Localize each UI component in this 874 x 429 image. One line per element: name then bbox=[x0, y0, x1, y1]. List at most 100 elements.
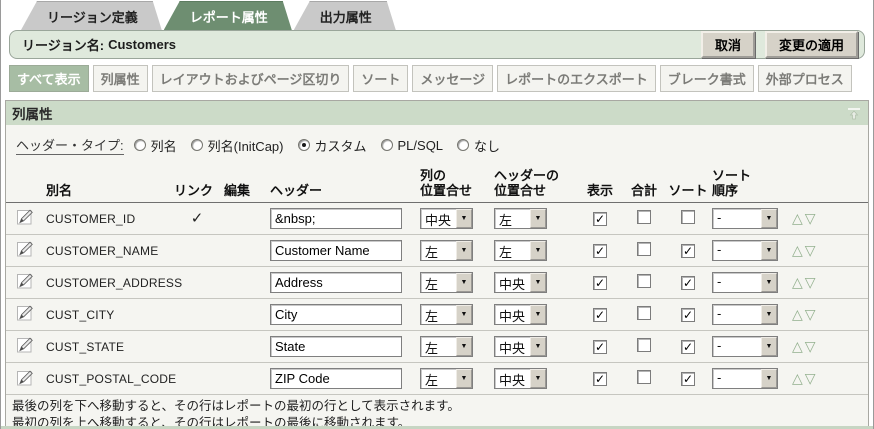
edit-row-icon[interactable] bbox=[16, 271, 35, 290]
subtab-report-export[interactable]: レポートのエクスポート bbox=[497, 65, 656, 92]
header-align-select[interactable]: 中央 ▼ bbox=[494, 368, 547, 389]
col-align-select[interactable]: 中央 ▼ bbox=[420, 208, 473, 229]
header-text-input[interactable] bbox=[270, 336, 402, 357]
sort-order-select[interactable]: - ▼ bbox=[712, 336, 778, 357]
column-alias: CUST_CITY bbox=[46, 308, 114, 322]
dropdown-arrow-icon: ▼ bbox=[530, 273, 546, 292]
scroll-to-top-icon[interactable] bbox=[846, 106, 862, 121]
radio-column-name[interactable] bbox=[134, 139, 146, 151]
header-text-input[interactable] bbox=[270, 368, 402, 389]
display-checkbox[interactable] bbox=[593, 308, 607, 322]
col-align-select[interactable]: 左 ▼ bbox=[420, 336, 473, 357]
header-type-label[interactable]: ヘッダー・タイプ: bbox=[16, 135, 124, 155]
table-header-row: 別名 リンク 編集 ヘッダー 列の 位置合せ ヘッダーの 位置合せ 表示 合計 … bbox=[6, 167, 868, 202]
display-checkbox[interactable] bbox=[593, 340, 607, 354]
sum-checkbox[interactable] bbox=[637, 274, 651, 288]
subtab-external-processing[interactable]: 外部プロセス bbox=[758, 65, 852, 92]
radio-option-initcap: 列名(InitCap) bbox=[191, 136, 284, 155]
table-row: CUST_STATE 左 ▼ 中央 ▼ - ▼ △▽ bbox=[6, 330, 868, 362]
move-up-icon[interactable]: △ bbox=[792, 210, 803, 226]
report-attributes-page: リージョン定義 レポート属性 出力属性 リージョン名: Customers 取消… bbox=[0, 0, 874, 429]
column-alias: CUSTOMER_ADDRESS bbox=[46, 276, 182, 290]
header-sort-order: ソート 順序 bbox=[710, 167, 790, 202]
table-row: CUSTOMER_NAME 左 ▼ 左 ▼ - ▼ △▽ bbox=[6, 234, 868, 266]
edit-row-icon[interactable] bbox=[16, 368, 35, 387]
column-alias: CUST_STATE bbox=[46, 340, 124, 354]
sort-checkbox[interactable] bbox=[681, 308, 695, 322]
link-checkmark-icon bbox=[191, 211, 204, 226]
sort-order-select[interactable]: - ▼ bbox=[712, 272, 778, 293]
display-checkbox[interactable] bbox=[593, 212, 607, 226]
subtab-break-formatting[interactable]: ブレーク書式 bbox=[660, 65, 754, 92]
sort-checkbox[interactable] bbox=[681, 372, 695, 386]
move-up-icon[interactable]: △ bbox=[792, 370, 803, 386]
sort-order-select[interactable]: - ▼ bbox=[712, 240, 778, 261]
header-align-select[interactable]: 中央 ▼ bbox=[494, 304, 547, 325]
col-align-select[interactable]: 左 ▼ bbox=[420, 368, 473, 389]
sum-checkbox[interactable] bbox=[637, 210, 651, 224]
tab-region-definition[interactable]: リージョン定義 bbox=[21, 1, 162, 30]
header-text-input[interactable] bbox=[270, 240, 402, 261]
dropdown-arrow-icon: ▼ bbox=[530, 209, 546, 228]
subtab-sort[interactable]: ソート bbox=[353, 65, 408, 92]
col-align-select[interactable]: 左 ▼ bbox=[420, 240, 473, 261]
subtab-column-attributes[interactable]: 列属性 bbox=[93, 65, 148, 92]
header-align-select[interactable]: 中央 ▼ bbox=[494, 272, 547, 293]
header-header-align: ヘッダーの 位置合せ bbox=[492, 167, 578, 202]
radio-none[interactable] bbox=[457, 139, 469, 151]
edit-row-icon[interactable] bbox=[16, 303, 35, 322]
display-checkbox[interactable] bbox=[593, 276, 607, 290]
subtab-show-all[interactable]: すべて表示 bbox=[9, 65, 89, 92]
dropdown-arrow-icon: ▼ bbox=[761, 305, 777, 324]
move-down-icon[interactable]: ▽ bbox=[805, 306, 816, 322]
sort-checkbox[interactable] bbox=[681, 210, 695, 224]
subtab-layout-pagination[interactable]: レイアウトおよびページ区切り bbox=[152, 65, 350, 92]
move-down-icon[interactable]: ▽ bbox=[805, 370, 816, 386]
tab-report-attributes[interactable]: レポート属性 bbox=[164, 1, 292, 30]
move-down-icon[interactable]: ▽ bbox=[805, 242, 816, 258]
tab-output-attributes[interactable]: 出力属性 bbox=[294, 1, 396, 30]
sort-order-select[interactable]: - ▼ bbox=[712, 208, 778, 229]
move-up-icon[interactable]: △ bbox=[792, 242, 803, 258]
header-alias: 別名 bbox=[44, 167, 172, 202]
apply-changes-button[interactable]: 変更の適用 bbox=[765, 31, 858, 58]
header-text-input[interactable] bbox=[270, 304, 402, 325]
edit-row-icon[interactable] bbox=[16, 239, 35, 258]
edit-row-icon[interactable] bbox=[16, 207, 35, 226]
subtab-messages[interactable]: メッセージ bbox=[412, 65, 493, 92]
sum-checkbox[interactable] bbox=[637, 242, 651, 256]
header-sum: 合計 bbox=[622, 167, 666, 202]
sort-checkbox[interactable] bbox=[681, 244, 695, 258]
header-align-select[interactable]: 中央 ▼ bbox=[494, 336, 547, 357]
header-text-input[interactable] bbox=[270, 208, 402, 229]
dropdown-arrow-icon: ▼ bbox=[761, 369, 777, 388]
sort-order-select[interactable]: - ▼ bbox=[712, 368, 778, 389]
sort-order-select[interactable]: - ▼ bbox=[712, 304, 778, 325]
header-align-select[interactable]: 左 ▼ bbox=[494, 240, 547, 261]
edit-row-icon[interactable] bbox=[16, 335, 35, 354]
display-checkbox[interactable] bbox=[593, 372, 607, 386]
move-down-icon[interactable]: ▽ bbox=[805, 274, 816, 290]
move-up-icon[interactable]: △ bbox=[792, 306, 803, 322]
header-align-select[interactable]: 左 ▼ bbox=[494, 208, 547, 229]
radio-custom[interactable] bbox=[298, 139, 310, 151]
move-up-icon[interactable]: △ bbox=[792, 274, 803, 290]
col-align-select[interactable]: 左 ▼ bbox=[420, 272, 473, 293]
sum-checkbox[interactable] bbox=[637, 338, 651, 352]
sort-checkbox[interactable] bbox=[681, 276, 695, 290]
move-down-icon[interactable]: ▽ bbox=[805, 338, 816, 354]
radio-plsql[interactable] bbox=[381, 139, 393, 151]
sort-checkbox[interactable] bbox=[681, 340, 695, 354]
display-checkbox[interactable] bbox=[593, 244, 607, 258]
column-attributes-region: 列属性 ヘッダー・タイプ: 列名 列名(InitCap) カスタム bbox=[5, 100, 869, 429]
sum-checkbox[interactable] bbox=[637, 370, 651, 384]
col-align-select[interactable]: 左 ▼ bbox=[420, 304, 473, 325]
sum-checkbox[interactable] bbox=[637, 306, 651, 320]
cancel-button[interactable]: 取消 bbox=[701, 31, 755, 58]
footer-notes: 最後の列を下へ移動すると、その行はレポートの最初の行として表示されます。 最初の… bbox=[6, 394, 868, 429]
dropdown-arrow-icon: ▼ bbox=[761, 273, 777, 292]
radio-initcap[interactable] bbox=[191, 139, 203, 151]
move-up-icon[interactable]: △ bbox=[792, 338, 803, 354]
move-down-icon[interactable]: ▽ bbox=[805, 210, 816, 226]
header-text-input[interactable] bbox=[270, 272, 402, 293]
